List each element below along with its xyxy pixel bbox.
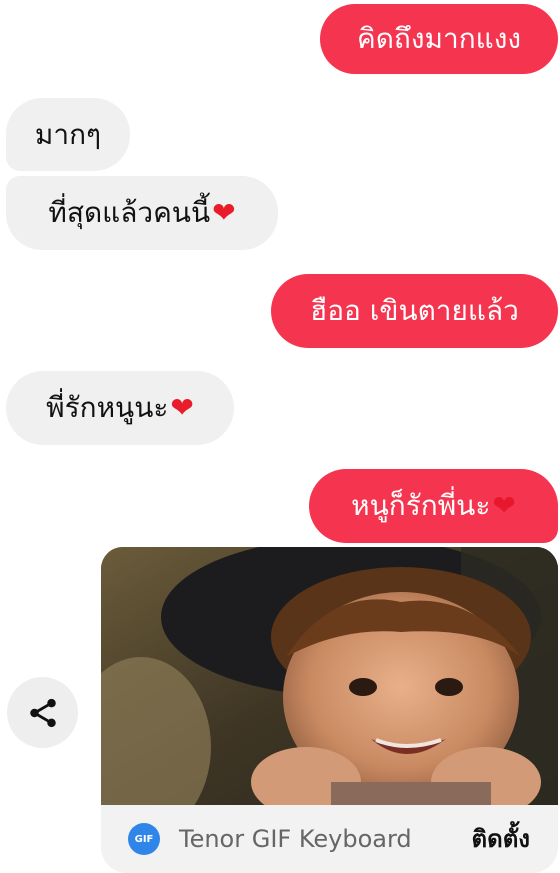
message-bubble-incoming[interactable]: มากๆ	[6, 98, 130, 171]
tenor-gif-icon: GIF	[128, 823, 160, 855]
gif-badge-label: GIF	[134, 833, 154, 845]
message-text: ฮืออ เขินตายแล้ว	[310, 294, 519, 327]
heart-emoji-icon: ❤	[170, 391, 194, 424]
message-bubble-incoming[interactable]: พี่รักหนูนะ ❤	[6, 371, 234, 445]
message-bubble-outgoing[interactable]: หนูก็รักพี่นะ ❤	[309, 469, 558, 543]
share-icon	[29, 698, 56, 727]
message-text: พี่รักหนูนะ	[46, 391, 169, 424]
heart-emoji-icon: ❤	[212, 196, 236, 229]
message-text: มากๆ	[34, 117, 102, 151]
share-button[interactable]	[7, 677, 78, 748]
message-bubble-outgoing[interactable]: คิดถึงมากแงง	[320, 4, 558, 74]
gif-footer: GIF Tenor GIF Keyboard ติดตั้ง	[101, 805, 558, 873]
heart-emoji-icon: ❤	[492, 489, 516, 522]
message-bubble-incoming[interactable]: ที่สุดแล้วคนนี้ ❤	[6, 176, 278, 250]
message-text: หนูก็รักพี่นะ	[351, 489, 491, 522]
message-text: คิดถึงมากแงง	[356, 22, 522, 55]
message-text: ที่สุดแล้วคนนี้	[48, 196, 211, 229]
gif-illustration	[101, 547, 558, 805]
gif-source-label[interactable]: Tenor GIF Keyboard	[179, 821, 412, 857]
install-button[interactable]: ติดตั้ง	[472, 821, 530, 857]
message-bubble-outgoing[interactable]: ฮืออ เขินตายแล้ว	[271, 274, 558, 348]
gif-attachment[interactable]: GIF Tenor GIF Keyboard ติดตั้ง	[101, 547, 558, 873]
gif-image[interactable]	[101, 547, 558, 805]
